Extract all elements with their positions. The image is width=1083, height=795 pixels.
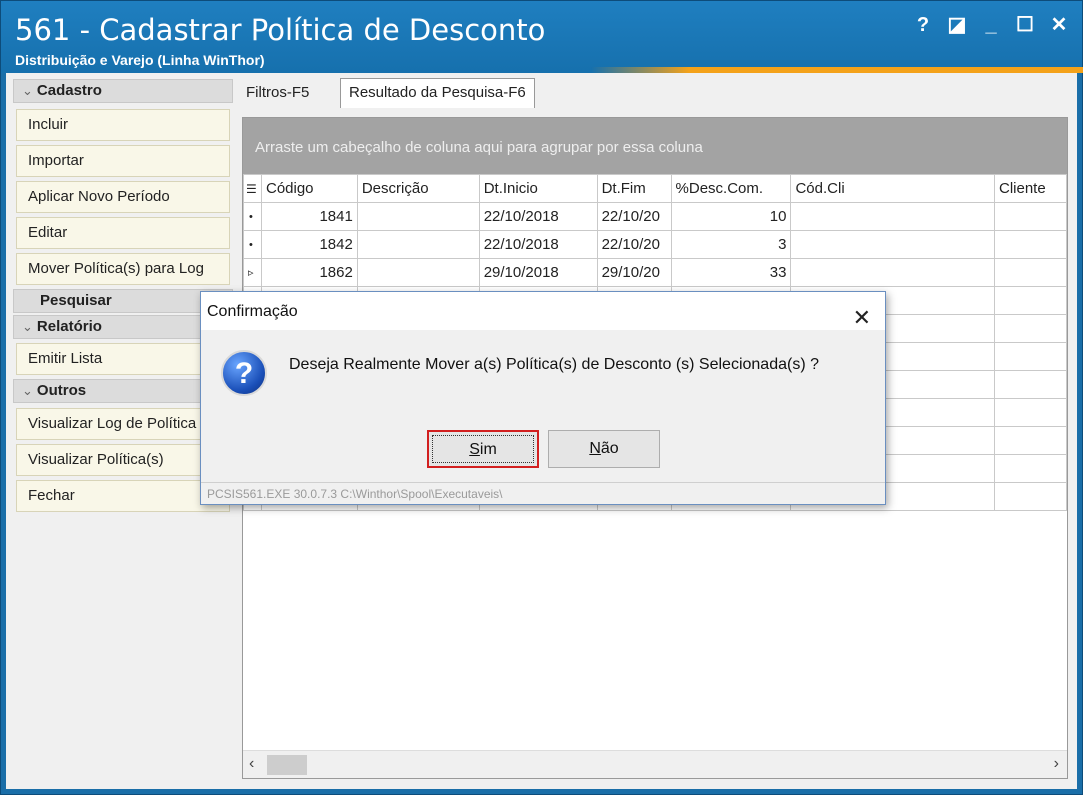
table-row[interactable]: • 1841 22/10/2018 22/10/20 10 bbox=[243, 202, 1067, 231]
column-header[interactable]: Cliente bbox=[994, 174, 1067, 203]
dialog-message: Deseja Realmente Mover a(s) Política(s) … bbox=[289, 356, 819, 373]
cell-dt-inicio: 22/10/2018 bbox=[478, 230, 598, 259]
chevron-up-icon: ⌄ bbox=[22, 83, 33, 98]
cell-cliente bbox=[994, 202, 1067, 231]
row-marker: ▹ bbox=[243, 258, 262, 287]
group-header-label: Cadastro bbox=[36, 82, 102, 99]
row-marker: • bbox=[243, 202, 262, 231]
column-header[interactable]: Código bbox=[260, 174, 358, 203]
cell-codigo: 1841 bbox=[260, 202, 358, 231]
cell-cliente bbox=[994, 258, 1067, 287]
cell-cod-cli bbox=[790, 230, 995, 259]
window-title: 561 - Cadastrar Política de Desconto bbox=[15, 13, 546, 47]
chevron-up-icon: ⌄ bbox=[22, 319, 33, 334]
confirmation-dialog: Confirmação ✕ ? Deseja Realmente Mover a… bbox=[200, 291, 886, 505]
cell-dt-fim: 29/10/20 bbox=[596, 258, 672, 287]
no-button[interactable]: Não bbox=[548, 430, 660, 468]
help-button[interactable]: ? bbox=[911, 13, 935, 37]
editar-button[interactable]: Editar bbox=[16, 217, 230, 249]
scroll-right-icon[interactable]: › bbox=[1054, 755, 1059, 773]
cell-desc-com: 3 bbox=[670, 230, 792, 259]
group-by-area[interactable]: Arraste um cabeçalho de coluna aqui para… bbox=[243, 118, 1067, 174]
tab-resultado[interactable]: Resultado da Pesquisa-F6 bbox=[340, 78, 535, 108]
group-header-cadastro[interactable]: ⌄ Cadastro bbox=[13, 79, 233, 103]
column-header[interactable]: %Desc.Com. bbox=[670, 174, 792, 203]
aplicar-novo-periodo-button[interactable]: Aplicar Novo Período bbox=[16, 181, 230, 213]
column-chooser-icon[interactable]: ☰ bbox=[243, 174, 262, 203]
cell-desc-com: 33 bbox=[670, 258, 792, 287]
table-row[interactable]: ▹ 1862 29/10/2018 29/10/20 33 bbox=[243, 258, 1067, 287]
group-header-label: Outros bbox=[36, 382, 87, 399]
row-marker: • bbox=[243, 230, 262, 259]
tab-filtros[interactable]: Filtros-F5 bbox=[238, 79, 317, 107]
group-header-label: Relatório bbox=[36, 318, 102, 335]
cell-descricao bbox=[356, 258, 480, 287]
minimize-button[interactable]: _ bbox=[979, 13, 1003, 37]
cell-dt-fim: 22/10/20 bbox=[596, 230, 672, 259]
dialog-title-text: Confirmação bbox=[207, 303, 298, 320]
no-label: ão bbox=[600, 440, 619, 457]
scrollbar-thumb[interactable] bbox=[267, 755, 307, 775]
importar-button[interactable]: Importar bbox=[16, 145, 230, 177]
horizontal-scrollbar[interactable]: ‹ › bbox=[243, 750, 1067, 778]
no-mnemonic: N bbox=[589, 440, 601, 457]
visualizar-politicas-button[interactable]: Visualizar Política(s) bbox=[16, 444, 230, 476]
cell-codigo: 1862 bbox=[260, 258, 358, 287]
emitir-lista-button[interactable]: Emitir Lista bbox=[16, 343, 230, 375]
cell-cliente bbox=[994, 230, 1067, 259]
scroll-left-icon[interactable]: ‹ bbox=[249, 755, 254, 773]
cell-codigo: 1842 bbox=[260, 230, 358, 259]
table-row[interactable]: • 1842 22/10/2018 22/10/20 3 bbox=[243, 230, 1067, 259]
cell-desc-com: 10 bbox=[670, 202, 792, 231]
incluir-button[interactable]: Incluir bbox=[16, 109, 230, 141]
close-icon[interactable]: ✕ bbox=[853, 298, 871, 338]
column-header[interactable]: Dt.Fim bbox=[596, 174, 672, 203]
dialog-status-bar: PCSIS561.EXE 30.0.7.3 C:\Winthor\Spool\E… bbox=[201, 482, 885, 504]
mover-politica-log-button[interactable]: Mover Política(s) para Log bbox=[16, 253, 230, 285]
close-window-button[interactable]: ✕ bbox=[1047, 13, 1071, 37]
cell-descricao bbox=[356, 230, 480, 259]
yes-label: im bbox=[479, 441, 497, 458]
restore-layout-button[interactable]: ◪ bbox=[945, 13, 969, 37]
question-icon: ? bbox=[221, 350, 267, 396]
chevron-up-icon: ⌄ bbox=[22, 383, 33, 398]
yes-mnemonic: S bbox=[469, 441, 480, 458]
cell-dt-fim: 22/10/20 bbox=[596, 202, 672, 231]
cell-dt-inicio: 22/10/2018 bbox=[478, 202, 598, 231]
column-header[interactable]: Descrição bbox=[356, 174, 480, 203]
title-bar: 561 - Cadastrar Política de Desconto Dis… bbox=[1, 1, 1083, 73]
cell-dt-inicio: 29/10/2018 bbox=[478, 258, 598, 287]
cell-descricao bbox=[356, 202, 480, 231]
fechar-button[interactable]: Fechar bbox=[16, 480, 230, 512]
cell-cod-cli bbox=[790, 202, 995, 231]
app-window: 561 - Cadastrar Política de Desconto Dis… bbox=[0, 0, 1083, 795]
cell-cod-cli bbox=[790, 258, 995, 287]
yes-button[interactable]: Sim bbox=[427, 430, 539, 468]
column-header[interactable]: Dt.Inicio bbox=[478, 174, 598, 203]
column-header[interactable]: Cód.Cli bbox=[790, 174, 995, 203]
visualizar-log-button[interactable]: Visualizar Log de Política bbox=[16, 408, 230, 440]
maximize-button[interactable]: ☐ bbox=[1013, 13, 1037, 37]
window-subtitle: Distribuição e Varejo (Linha WinThor) bbox=[15, 52, 265, 68]
dialog-title: Confirmação ✕ bbox=[201, 292, 885, 330]
table-header-row: ☰ Código Descrição Dt.Inicio Dt.Fim %Des… bbox=[243, 174, 1067, 203]
